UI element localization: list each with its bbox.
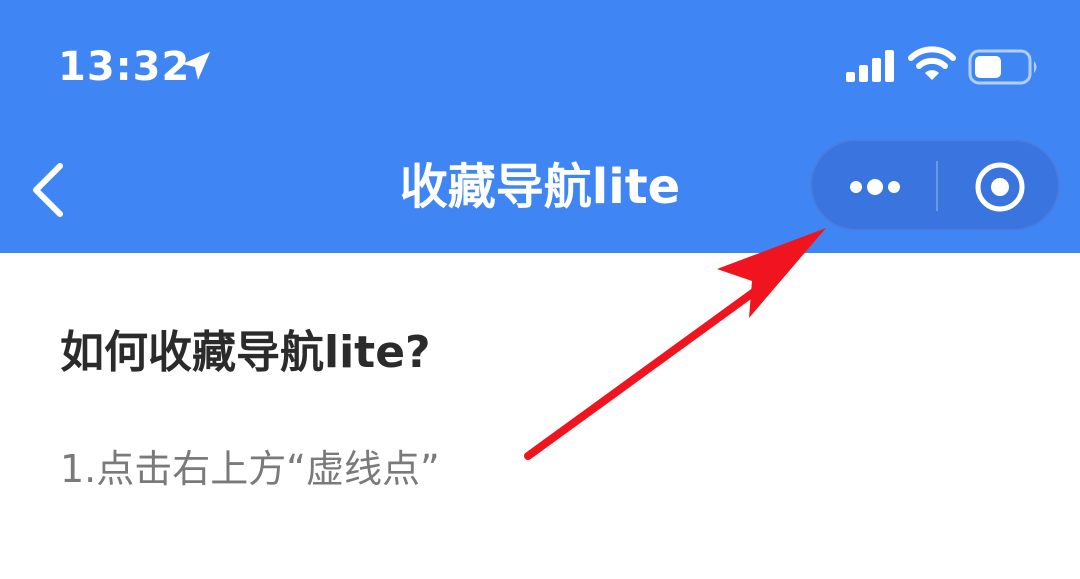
battery-icon [968, 49, 1037, 85]
page: 13:32 收藏导航lite 如何收藏导航lite? 1.点击右上方“虚线点” [0, 0, 1080, 579]
header-bar: 13:32 收藏导航lite [0, 0, 1080, 253]
more-dots-icon [850, 179, 900, 195]
close-target-icon [975, 162, 1025, 212]
chevron-left-icon [33, 163, 63, 217]
status-time: 13:32 [58, 44, 191, 90]
cellular-signal-icon [846, 50, 894, 82]
step-1-text: 1.点击右上方“虚线点” [60, 447, 440, 491]
more-options-button[interactable] [812, 141, 936, 229]
close-mini-program-button[interactable] [938, 141, 1058, 229]
help-heading: 如何收藏导航lite? [60, 327, 431, 378]
back-button[interactable] [20, 150, 80, 230]
mini-program-capsule [810, 139, 1060, 231]
wifi-icon [908, 46, 956, 80]
page-title: 收藏导航lite [399, 159, 681, 215]
location-arrow-icon [182, 52, 210, 80]
